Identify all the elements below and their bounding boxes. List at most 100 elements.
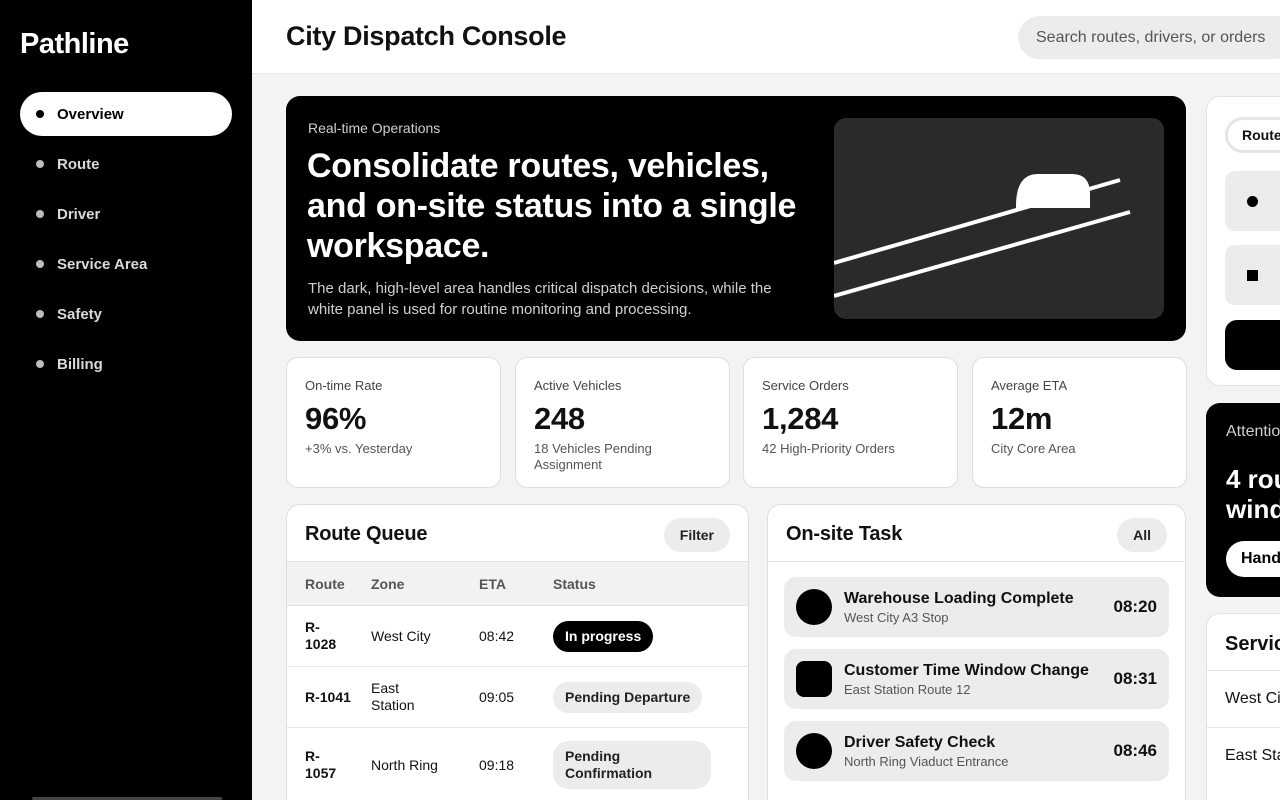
control-option[interactable] [1225, 171, 1280, 231]
sidebar-item-service-area[interactable]: Service Area [20, 242, 232, 286]
sidebar-item-driver[interactable]: Driver [20, 192, 232, 236]
circle-marker-icon [796, 733, 832, 769]
panel-divider [768, 561, 1185, 562]
attention-card: Attention 4 rou wind Hand [1206, 403, 1280, 597]
task-location: West City A3 Stop [844, 610, 949, 625]
sidebar-item-billing[interactable]: Billing [20, 342, 232, 386]
control-option[interactable] [1225, 245, 1280, 305]
task-location: East Station Route 12 [844, 682, 971, 697]
task-time: 08:20 [1113, 597, 1157, 616]
all-filter-button[interactable]: All [1117, 518, 1167, 552]
task-time: 08:46 [1113, 741, 1157, 760]
hero-banner: Real-time Operations Consolidate routes,… [286, 96, 1186, 341]
sidebar-item-safety[interactable]: Safety [20, 292, 232, 336]
bullet-icon [36, 360, 44, 368]
task-list: Warehouse Loading Complete West City A3 … [784, 577, 1169, 793]
task-title: Driver Safety Check [844, 734, 996, 751]
kpi-average-eta: Average ETA 12m City Core Area [972, 357, 1187, 488]
kpi-value: 12m [991, 401, 1053, 436]
route-queue-panel: Route Queue Filter Route Zone ETA Status… [286, 504, 749, 800]
search-input[interactable] [1018, 16, 1280, 59]
status-badge: Pending Confirmation [553, 741, 711, 789]
kpi-value: 1,284 [762, 401, 839, 436]
task-time: 08:31 [1113, 669, 1157, 688]
filter-button[interactable]: Filter [663, 518, 730, 552]
route-id-cell: R-1028 [287, 605, 371, 667]
kpi-label: On-time Rate [305, 378, 383, 393]
circle-marker-icon [796, 589, 832, 625]
sidebar-item-overview[interactable]: Overview [20, 92, 232, 136]
table-row[interactable]: R-1041 East Station 09:05 Pending Depart… [287, 666, 748, 728]
eta-cell: 08:42 [479, 605, 553, 667]
route-id-cell: R-1057 [287, 727, 371, 800]
kpi-subtext: 18 Vehicles Pending Assignment [534, 441, 652, 472]
panel-title: Route Queue [305, 523, 428, 545]
panel-title: On-site Task [786, 523, 903, 545]
route-id: R-1057 [305, 748, 337, 781]
attention-title: 4 rou wind [1226, 464, 1280, 524]
kpi-service-orders: Service Orders 1,284 42 High-Priority Or… [743, 357, 958, 488]
status-badge: In progress [553, 620, 654, 652]
bullet-icon [36, 210, 44, 218]
square-marker-icon [796, 661, 832, 697]
primary-action-button[interactable] [1225, 320, 1280, 370]
task-title: Warehouse Loading Complete [844, 590, 1074, 607]
zone-cell: West City [371, 605, 479, 667]
card-title: Servic [1225, 633, 1280, 655]
status-cell: Pending Departure [553, 666, 748, 728]
sidebar: Pathline Overview Route Driver Service A… [0, 0, 252, 800]
bullet-icon [36, 110, 44, 118]
table-header-row: Route Zone ETA Status [287, 561, 748, 606]
column-header[interactable]: Route [287, 562, 371, 606]
route-control-card: Route [1206, 96, 1280, 386]
kpi-subtext: +3% vs. Yesterday [305, 441, 413, 456]
hero-description: The dark, high-level area handles critic… [308, 280, 772, 318]
divider [1207, 670, 1280, 671]
sidebar-item-label: Service Area [57, 255, 148, 273]
task-title: Customer Time Window Change [844, 662, 1089, 679]
kpi-value: 96% [305, 401, 367, 436]
kpi-label: Service Orders [762, 378, 849, 393]
kpi-on-time-rate: On-time Rate 96% +3% vs. Yesterday [286, 357, 501, 488]
service-row[interactable]: East Sta [1225, 747, 1280, 765]
attention-label: Attention [1226, 423, 1280, 440]
zone-text: East Station [371, 680, 415, 713]
road-line [834, 210, 1131, 298]
bullet-icon [36, 260, 44, 268]
sidebar-item-label: Safety [57, 305, 103, 323]
hero-headline: Consolidate routes, vehicles, and on-sit… [307, 147, 797, 265]
task-item[interactable]: Warehouse Loading Complete West City A3 … [784, 577, 1169, 637]
kpi-subtext: 42 High-Priority Orders [762, 441, 895, 456]
zone-cell: East Station [371, 666, 479, 728]
route-illustration [834, 118, 1164, 319]
column-header[interactable]: Status [553, 562, 748, 606]
brand-logo: Pathline [20, 28, 129, 60]
sidebar-item-label: Route [57, 155, 100, 173]
table-row[interactable]: R-1057 North Ring 09:18 Pending Confirma… [287, 727, 748, 800]
kpi-value: 248 [534, 401, 585, 436]
column-header[interactable]: Zone [371, 562, 479, 606]
column-header[interactable]: ETA [479, 562, 553, 606]
route-id: R-1028 [305, 619, 337, 652]
tab-route[interactable]: Route [1225, 117, 1280, 153]
kpi-active-vehicles: Active Vehicles 248 18 Vehicles Pending … [515, 357, 730, 488]
kpi-label: Average ETA [991, 378, 1068, 393]
handle-button[interactable]: Hand [1226, 541, 1280, 577]
service-row[interactable]: West Ci [1225, 690, 1280, 708]
sidebar-item-label: Billing [57, 355, 103, 373]
status-cell: Pending Confirmation [553, 727, 748, 800]
vehicle-icon [1016, 174, 1090, 208]
sidebar-item-label: Driver [57, 205, 101, 223]
status-badge: Pending Departure [553, 681, 703, 713]
eta-cell: 09:05 [479, 666, 553, 728]
kpi-subtext: City Core Area [991, 441, 1076, 456]
bullet-icon [36, 160, 44, 168]
attention-title-line: 4 rou [1226, 464, 1280, 494]
onsite-task-panel: On-site Task All Warehouse Loading Compl… [767, 504, 1186, 800]
task-location: North Ring Viaduct Entrance [844, 754, 1009, 769]
task-item[interactable]: Customer Time Window Change East Station… [784, 649, 1169, 709]
table-row[interactable]: R-1028 West City 08:42 In progress [287, 605, 748, 667]
attention-title-line: wind [1226, 494, 1280, 524]
task-item[interactable]: Driver Safety Check North Ring Viaduct E… [784, 721, 1169, 781]
sidebar-item-route[interactable]: Route [20, 142, 232, 186]
